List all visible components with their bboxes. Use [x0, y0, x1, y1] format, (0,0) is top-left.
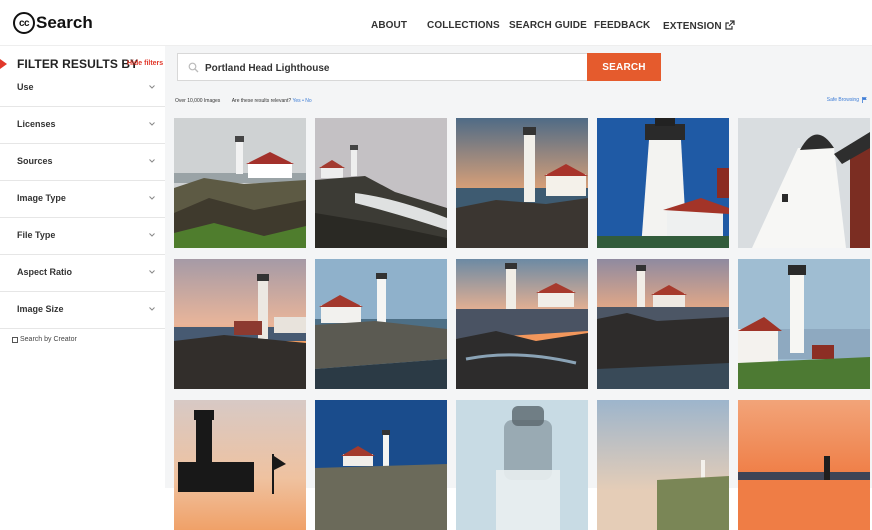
lighthouse-image: [174, 259, 306, 389]
filter-label: Image Type: [17, 193, 66, 203]
safe-browsing-toggle[interactable]: Safe Browsing: [827, 97, 867, 103]
lighthouse-image: [456, 259, 588, 389]
image-result[interactable]: [315, 259, 447, 389]
relevance-question: Are these results relevant?: [231, 98, 292, 104]
results-meta: Over 10,000 Images Are these results rel…: [175, 98, 312, 104]
lighthouse-image: [315, 259, 447, 389]
nav-feedback[interactable]: FEEDBACK: [594, 20, 650, 31]
lighthouse-image: [174, 118, 306, 248]
filter-label: Sources: [17, 156, 53, 166]
search-icon: [188, 62, 199, 73]
filter-label: Image Size: [17, 304, 64, 314]
filter-label: File Type: [17, 230, 56, 240]
search-button[interactable]: SEARCH: [587, 53, 661, 81]
sidebar-pointer-marker: [0, 59, 7, 69]
image-result[interactable]: [597, 400, 729, 530]
image-result[interactable]: [738, 118, 870, 248]
filter-file-type[interactable]: File Type: [0, 218, 165, 255]
creator-label: Search by Creator: [20, 336, 77, 343]
results-count: Over 10,000 Images: [175, 98, 221, 104]
filter-use[interactable]: Use: [0, 70, 165, 107]
creator-checkbox[interactable]: [12, 336, 18, 343]
results-panel: SEARCH Over 10,000 Images Are these resu…: [165, 46, 872, 530]
main-nav: ABOUT COLLECTIONS SEARCH GUIDE FEEDBACK …: [0, 20, 872, 34]
filter-label: Licenses: [17, 119, 56, 129]
lighthouse-image: [597, 118, 729, 248]
filter-title: FILTER RESULTS BY: [17, 57, 139, 71]
lighthouse-image: [456, 118, 588, 248]
lighthouse-image: [315, 400, 447, 530]
filter-licenses[interactable]: Licenses: [0, 107, 165, 144]
filter-sources[interactable]: Sources: [0, 144, 165, 181]
chevron-down-icon: [149, 85, 155, 89]
filter-image-type[interactable]: Image Type: [0, 181, 165, 218]
lighthouse-image: [738, 118, 870, 248]
filter-label: Aspect Ratio: [17, 267, 73, 277]
image-result[interactable]: [456, 259, 588, 389]
image-result[interactable]: [174, 118, 306, 248]
chevron-down-icon: [149, 159, 155, 163]
lighthouse-image: [315, 118, 447, 248]
lighthouse-image: [597, 259, 729, 389]
lighthouse-image: [738, 259, 870, 389]
nav-extension-label: EXTENSION: [663, 21, 722, 32]
image-result[interactable]: [174, 259, 306, 389]
chevron-down-icon: [149, 122, 155, 126]
image-result[interactable]: [315, 118, 447, 248]
chevron-down-icon: [149, 196, 155, 200]
filter-image-size[interactable]: Image Size: [0, 292, 165, 329]
hide-filters-link[interactable]: Hide filters: [127, 60, 163, 67]
lighthouse-image: [738, 400, 870, 530]
relevance-yes-link[interactable]: Yes: [293, 98, 301, 104]
top-header: cc Search ABOUT COLLECTIONS SEARCH GUIDE…: [0, 0, 872, 46]
lighthouse-image: [174, 400, 306, 530]
filter-aspect-ratio[interactable]: Aspect Ratio: [0, 255, 165, 292]
flag-icon: [862, 97, 867, 103]
nav-collections[interactable]: COLLECTIONS: [427, 20, 500, 31]
relevance-no-link[interactable]: No: [305, 98, 311, 104]
nav-extension[interactable]: EXTENSION: [663, 20, 735, 32]
image-result[interactable]: [315, 400, 447, 530]
image-grid: [174, 118, 872, 530]
safe-browsing-label: Safe Browsing: [826, 97, 859, 103]
chevron-down-icon: [149, 307, 155, 311]
relevance-separator: •: [302, 98, 304, 104]
image-result[interactable]: [738, 259, 870, 389]
filter-label: Use: [17, 82, 34, 92]
chevron-down-icon: [149, 233, 155, 237]
image-result[interactable]: [738, 400, 870, 530]
search-box: [177, 53, 589, 81]
image-result[interactable]: [597, 259, 729, 389]
lighthouse-image: [597, 400, 729, 530]
image-result[interactable]: [174, 400, 306, 530]
chevron-down-icon: [149, 270, 155, 274]
lighthouse-image: [456, 400, 588, 530]
image-result[interactable]: [456, 400, 588, 530]
external-link-icon: [725, 20, 735, 30]
search-by-creator[interactable]: Search by Creator: [12, 336, 77, 343]
nav-search-guide[interactable]: SEARCH GUIDE: [509, 20, 587, 31]
image-result[interactable]: [456, 118, 588, 248]
image-result[interactable]: [597, 118, 729, 248]
search-input[interactable]: [205, 60, 575, 76]
nav-about[interactable]: ABOUT: [371, 20, 407, 31]
